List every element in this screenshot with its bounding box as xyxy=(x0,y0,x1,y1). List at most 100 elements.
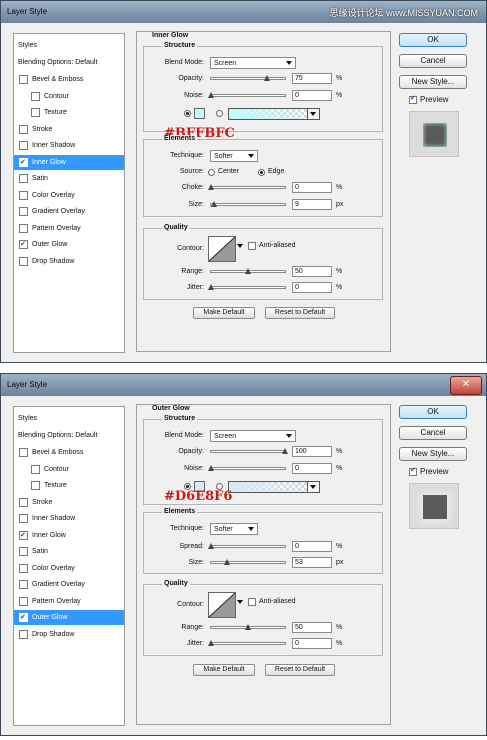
size-slider[interactable] xyxy=(210,559,286,565)
new-style-button[interactable]: New Style... xyxy=(399,75,467,89)
title-bar[interactable]: Layer Style 思缘设计论坛 www.MISSYUAN.COM xyxy=(1,1,486,23)
sidebar-item-texture[interactable]: Texture xyxy=(14,105,124,120)
chevron-down-icon[interactable] xyxy=(237,244,243,248)
sidebar-checkbox[interactable] xyxy=(19,237,28,252)
sidebar-item-bevel-emboss[interactable]: Bevel & Emboss xyxy=(14,72,124,87)
sidebar-item-color-overlay[interactable]: Color Overlay xyxy=(14,188,124,203)
sidebar-item-styles[interactable]: Styles xyxy=(14,411,124,426)
preview-checkbox[interactable] xyxy=(409,94,417,104)
sidebar-item-styles[interactable]: Styles xyxy=(14,38,124,53)
sidebar-checkbox[interactable] xyxy=(19,223,28,233)
opacity-slider[interactable] xyxy=(210,448,288,454)
sidebar-item-inner-shadow[interactable]: Inner Shadow xyxy=(14,511,124,526)
opacity-input[interactable]: 100 xyxy=(292,446,332,457)
slider-thumb[interactable] xyxy=(208,465,214,471)
sidebar-checkbox[interactable] xyxy=(31,108,40,117)
anti-aliased-checkbox[interactable] xyxy=(248,598,256,606)
sidebar-checkbox[interactable] xyxy=(19,190,28,200)
sidebar-item-blending-options-default[interactable]: Blending Options: Default xyxy=(14,55,124,70)
blend-mode-select[interactable]: Screen xyxy=(210,57,296,69)
close-icon[interactable]: ✕ xyxy=(450,376,482,395)
sidebar-item-pattern-overlay[interactable]: Pattern Overlay xyxy=(14,594,124,609)
gradient-radio[interactable] xyxy=(216,110,223,117)
spread-slider[interactable] xyxy=(208,543,286,549)
jitter-slider[interactable] xyxy=(208,640,286,646)
sidebar-item-stroke[interactable]: Stroke xyxy=(14,122,124,137)
slider-thumb[interactable] xyxy=(282,448,288,454)
sidebar-checkbox[interactable] xyxy=(19,514,28,523)
sidebar-item-satin[interactable]: Satin xyxy=(14,171,124,186)
ok-button[interactable]: OK xyxy=(399,405,467,419)
sidebar-checkbox[interactable] xyxy=(19,610,28,625)
slider-thumb[interactable] xyxy=(208,184,214,190)
technique-select[interactable]: Softer xyxy=(210,523,258,535)
sidebar-item-inner-shadow[interactable]: Inner Shadow xyxy=(14,138,124,153)
jitter-input[interactable]: 0 xyxy=(292,638,332,649)
chevron-down-icon[interactable] xyxy=(307,482,319,492)
chevron-down-icon[interactable] xyxy=(307,109,319,119)
spread-input[interactable]: 0 xyxy=(292,541,332,552)
sidebar-checkbox[interactable] xyxy=(19,547,28,556)
size-input[interactable]: 9 xyxy=(292,199,332,210)
slider-thumb[interactable] xyxy=(245,268,251,274)
sidebar-item-drop-shadow[interactable]: Drop Shadow xyxy=(14,254,124,269)
sidebar-item-stroke[interactable]: Stroke xyxy=(14,495,124,510)
contour-picker[interactable] xyxy=(208,236,236,262)
slider-thumb[interactable] xyxy=(208,92,214,98)
noise-input[interactable]: 0 xyxy=(292,463,332,474)
sidebar-item-inner-glow[interactable]: Inner Glow xyxy=(14,528,124,543)
glow-color-swatch[interactable] xyxy=(194,108,205,119)
range-input[interactable]: 50 xyxy=(292,266,332,277)
sidebar-item-contour[interactable]: Contour xyxy=(14,462,124,477)
sidebar-item-contour[interactable]: Contour xyxy=(14,89,124,104)
sidebar-item-bevel-emboss[interactable]: Bevel & Emboss xyxy=(14,445,124,460)
size-input[interactable]: 53 xyxy=(292,557,332,568)
noise-slider[interactable] xyxy=(208,465,286,471)
sidebar-checkbox[interactable] xyxy=(19,563,28,573)
sidebar-checkbox[interactable] xyxy=(31,91,40,101)
sidebar-checkbox[interactable] xyxy=(19,580,28,589)
reset-to-default-button[interactable]: Reset to Default xyxy=(265,307,335,319)
noise-input[interactable]: 0 xyxy=(292,90,332,101)
range-slider[interactable] xyxy=(210,268,286,274)
range-slider[interactable] xyxy=(210,624,286,630)
sidebar-checkbox[interactable] xyxy=(19,141,28,150)
sidebar-checkbox[interactable] xyxy=(19,629,28,639)
sidebar-checkbox[interactable] xyxy=(19,596,28,606)
sidebar-item-gradient-overlay[interactable]: Gradient Overlay xyxy=(14,204,124,219)
source-center-radio[interactable] xyxy=(208,169,215,176)
slider-thumb[interactable] xyxy=(210,201,217,207)
sidebar-checkbox[interactable] xyxy=(31,464,40,474)
contour-picker[interactable] xyxy=(208,592,236,618)
sidebar-checkbox[interactable] xyxy=(19,174,28,183)
sidebar-item-outer-glow[interactable]: Outer Glow xyxy=(14,237,124,252)
gradient-picker[interactable] xyxy=(228,481,320,493)
sidebar-item-gradient-overlay[interactable]: Gradient Overlay xyxy=(14,577,124,592)
cancel-button[interactable]: Cancel xyxy=(399,54,467,68)
opacity-input[interactable]: 75 xyxy=(292,73,332,84)
new-style-button[interactable]: New Style... xyxy=(399,447,467,461)
anti-aliased-checkbox[interactable] xyxy=(248,242,256,250)
opacity-slider[interactable] xyxy=(210,75,286,81)
solid-color-radio[interactable] xyxy=(184,110,191,117)
chevron-down-icon[interactable] xyxy=(237,600,243,604)
title-bar[interactable]: Layer Style ✕ xyxy=(1,374,486,396)
cancel-button[interactable]: Cancel xyxy=(399,426,467,440)
sidebar-checkbox[interactable] xyxy=(31,481,40,490)
source-edge-radio[interactable] xyxy=(258,169,265,176)
sidebar-item-inner-glow[interactable]: Inner Glow xyxy=(14,154,124,170)
sidebar-item-texture[interactable]: Texture xyxy=(14,478,124,493)
sidebar-item-pattern-overlay[interactable]: Pattern Overlay xyxy=(14,221,124,236)
slider-thumb[interactable] xyxy=(263,75,270,81)
sidebar-item-blending-options-default[interactable]: Blending Options: Default xyxy=(14,428,124,443)
sidebar-item-outer-glow[interactable]: Outer Glow xyxy=(14,610,124,625)
sidebar-checkbox[interactable] xyxy=(19,124,28,134)
make-default-button[interactable]: Make Default xyxy=(193,307,255,319)
slider-thumb[interactable] xyxy=(245,624,251,630)
sidebar-item-satin[interactable]: Satin xyxy=(14,544,124,559)
jitter-input[interactable]: 0 xyxy=(292,282,332,293)
slider-thumb[interactable] xyxy=(208,543,214,549)
range-input[interactable]: 50 xyxy=(292,622,332,633)
sidebar-checkbox[interactable] xyxy=(19,75,28,84)
choke-slider[interactable] xyxy=(208,184,286,190)
